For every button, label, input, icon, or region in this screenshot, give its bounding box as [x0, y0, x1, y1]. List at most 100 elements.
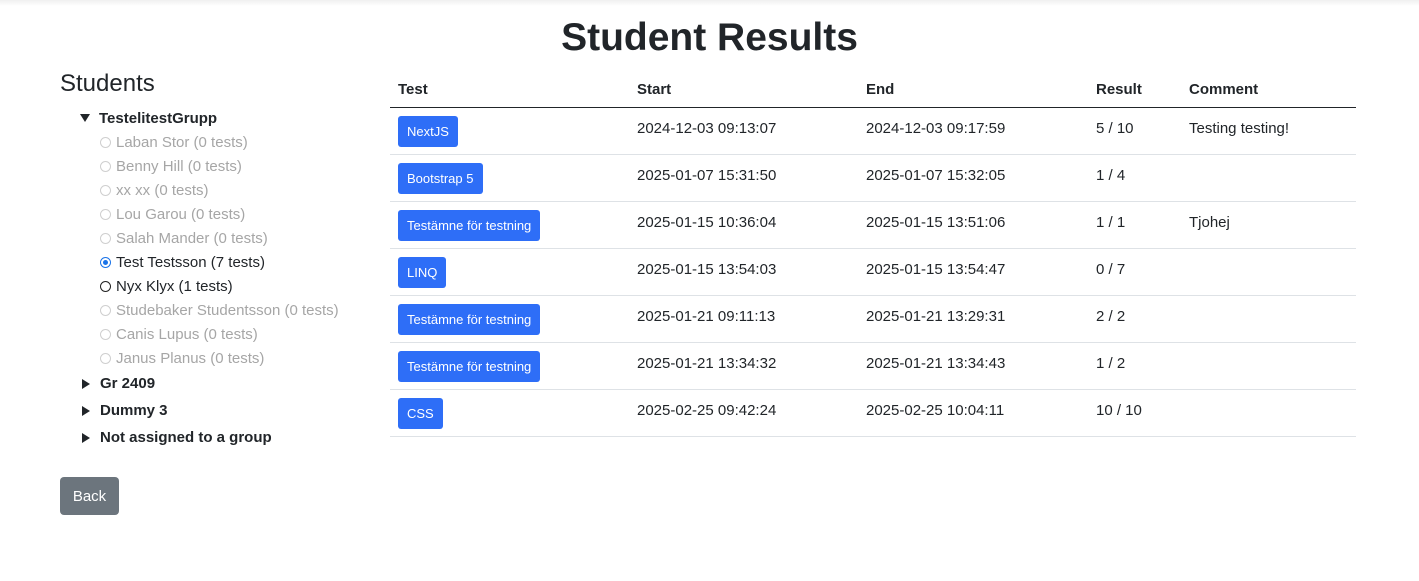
- column-header: End: [858, 72, 1088, 108]
- student-label: Salah Mander (0 tests): [116, 229, 268, 247]
- start-cell: 2025-01-21 09:11:13: [629, 295, 858, 343]
- start-cell: 2025-01-15 13:54:03: [629, 248, 858, 296]
- student-label: Janus Planus (0 tests): [116, 349, 265, 367]
- student-label: Studebaker Studentsson (0 tests): [116, 301, 339, 319]
- radio-icon: [100, 136, 111, 148]
- result-cell: 0 / 7: [1088, 248, 1181, 296]
- radio-icon: [100, 160, 111, 172]
- end-cell: 2025-01-21 13:34:43: [858, 342, 1088, 390]
- radio-checked-icon[interactable]: [100, 256, 111, 268]
- radio-icon: [100, 208, 111, 220]
- student-label: Laban Stor (0 tests): [116, 133, 248, 151]
- caret-right-icon: [82, 378, 90, 389]
- test-button[interactable]: Testämne för testning: [398, 351, 541, 382]
- comment-cell: Tjohej: [1181, 201, 1356, 249]
- table-row: LINQ 2025-01-15 13:54:03 2025-01-15 13:5…: [390, 248, 1356, 296]
- student-label: Canis Lupus (0 tests): [116, 325, 258, 343]
- table-header-row: Test Start End Result Comment: [390, 72, 1356, 108]
- test-button[interactable]: Testämne för testning: [398, 210, 541, 241]
- result-cell: 1 / 4: [1088, 154, 1181, 202]
- test-button[interactable]: Testämne för testning: [398, 304, 541, 335]
- comment-cell: [1181, 342, 1356, 390]
- radio-icon: [100, 328, 111, 340]
- comment-cell: [1181, 295, 1356, 343]
- test-button[interactable]: CSS: [398, 398, 443, 429]
- group-name: Gr 2409: [100, 375, 156, 392]
- student-option-selected[interactable]: Test Testsson (7 tests): [100, 250, 380, 274]
- radio-icon[interactable]: [100, 280, 111, 292]
- student-option: Benny Hill (0 tests): [100, 154, 380, 178]
- end-cell: 2025-01-07 15:32:05: [858, 154, 1088, 202]
- table-row: Bootstrap 5 2025-01-07 15:31:50 2025-01-…: [390, 154, 1356, 202]
- comment-cell: [1181, 248, 1356, 296]
- student-option: Salah Mander (0 tests): [100, 226, 380, 250]
- student-label: Test Testsson (7 tests): [116, 253, 265, 271]
- students-heading: Students: [60, 70, 155, 97]
- table-row: Testämne för testning 2025-01-21 13:34:3…: [390, 342, 1356, 390]
- table-row: Testämne för testning 2025-01-21 09:11:1…: [390, 295, 1356, 343]
- group-toggle[interactable]: Dummy 3: [80, 397, 380, 424]
- student-option: xx xx (0 tests): [100, 178, 380, 202]
- test-button[interactable]: NextJS: [398, 116, 458, 147]
- caret-down-icon: [80, 114, 90, 122]
- group-name: Not assigned to a group: [100, 429, 272, 446]
- result-cell: 2 / 2: [1088, 295, 1181, 343]
- group-name: Dummy 3: [100, 402, 168, 419]
- radio-icon: [100, 352, 111, 364]
- comment-cell: [1181, 154, 1356, 202]
- test-button[interactable]: LINQ: [398, 257, 447, 288]
- back-button[interactable]: Back: [60, 477, 119, 515]
- student-option: Janus Planus (0 tests): [100, 346, 380, 370]
- end-cell: 2025-02-25 10:04:11: [858, 389, 1088, 437]
- student-option: Lou Garou (0 tests): [100, 202, 380, 226]
- start-cell: 2025-01-21 13:34:32: [629, 342, 858, 390]
- table-row: Testämne för testning 2025-01-15 10:36:0…: [390, 201, 1356, 249]
- student-label: Benny Hill (0 tests): [116, 157, 242, 175]
- test-cell: Testämne för testning: [390, 295, 629, 343]
- radio-icon: [100, 232, 111, 244]
- end-cell: 2025-01-15 13:54:47: [858, 248, 1088, 296]
- test-button[interactable]: Bootstrap 5: [398, 163, 483, 194]
- end-cell: 2025-01-21 13:29:31: [858, 295, 1088, 343]
- end-cell: 2024-12-03 09:17:59: [858, 107, 1088, 155]
- test-cell: Testämne för testning: [390, 342, 629, 390]
- results-table: Test Start End Result Comment NextJS 202…: [390, 72, 1356, 437]
- page-title: Student Results: [561, 16, 858, 59]
- group-toggle[interactable]: TestelitestGrupp: [80, 106, 380, 130]
- test-cell: Bootstrap 5: [390, 154, 629, 202]
- student-option: Canis Lupus (0 tests): [100, 322, 380, 346]
- student-label: Nyx Klyx (1 tests): [116, 277, 233, 295]
- test-cell: Testämne för testning: [390, 201, 629, 249]
- end-cell: 2025-01-15 13:51:06: [858, 201, 1088, 249]
- top-shadow: [0, 0, 1419, 6]
- start-cell: 2024-12-03 09:13:07: [629, 107, 858, 155]
- column-header: Result: [1088, 72, 1181, 108]
- start-cell: 2025-01-07 15:31:50: [629, 154, 858, 202]
- column-header: Comment: [1181, 72, 1356, 108]
- student-label: xx xx (0 tests): [116, 181, 209, 199]
- student-option: Laban Stor (0 tests): [100, 130, 380, 154]
- result-cell: 1 / 2: [1088, 342, 1181, 390]
- student-tree: TestelitestGrupp Laban Stor (0 tests) Be…: [80, 106, 380, 451]
- test-cell: NextJS: [390, 107, 629, 155]
- student-option: Studebaker Studentsson (0 tests): [100, 298, 380, 322]
- comment-cell: [1181, 389, 1356, 437]
- result-cell: 5 / 10: [1088, 107, 1181, 155]
- student-option[interactable]: Nyx Klyx (1 tests): [100, 274, 380, 298]
- table-row: NextJS 2024-12-03 09:13:07 2024-12-03 09…: [390, 107, 1356, 155]
- result-cell: 1 / 1: [1088, 201, 1181, 249]
- column-header: Start: [629, 72, 858, 108]
- comment-cell: Testing testing!: [1181, 107, 1356, 155]
- radio-icon: [100, 184, 111, 196]
- caret-right-icon: [82, 405, 90, 416]
- caret-right-icon: [82, 432, 90, 443]
- start-cell: 2025-02-25 09:42:24: [629, 389, 858, 437]
- group-name: TestelitestGrupp: [99, 109, 218, 127]
- radio-icon: [100, 304, 111, 316]
- start-cell: 2025-01-15 10:36:04: [629, 201, 858, 249]
- table-row: CSS 2025-02-25 09:42:24 2025-02-25 10:04…: [390, 389, 1356, 437]
- test-cell: LINQ: [390, 248, 629, 296]
- group-toggle[interactable]: Not assigned to a group: [80, 424, 380, 451]
- student-label: Lou Garou (0 tests): [116, 205, 246, 223]
- group-toggle[interactable]: Gr 2409: [80, 370, 380, 397]
